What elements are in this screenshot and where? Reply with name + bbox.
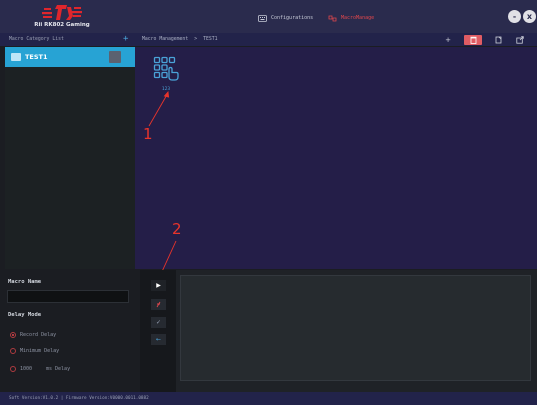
delay-option-minimum[interactable]: Minimum Delay bbox=[10, 348, 59, 354]
keyboard-macro-icon bbox=[153, 56, 179, 81]
macro-settings-panel bbox=[0, 270, 135, 392]
nav-configurations-label: Configurations bbox=[271, 15, 314, 21]
annotation-label: 1 bbox=[143, 125, 153, 143]
title-bar: Rii RK802 Gaming Configurations MacroMan… bbox=[0, 0, 537, 33]
nav-macro-manage[interactable]: MacroManage bbox=[328, 12, 374, 24]
close-button[interactable]: x bbox=[523, 10, 536, 23]
version-text: Soft Version:V1.0.2 | Firmware Version:V… bbox=[9, 396, 149, 401]
category-item-test1[interactable]: TEST1 bbox=[5, 47, 135, 67]
delete-macro-icon[interactable] bbox=[464, 34, 482, 45]
ms-delay-input[interactable] bbox=[20, 364, 42, 373]
delay-option-label: Record Delay bbox=[20, 332, 57, 338]
macro-name-label: Macro Name bbox=[8, 279, 42, 285]
add-macro-icon[interactable]: + bbox=[442, 35, 454, 45]
category-item-label: TEST1 bbox=[25, 53, 48, 61]
macro-toolbar: + bbox=[442, 33, 526, 46]
category-list: TEST1 bbox=[5, 47, 135, 269]
delay-mode-label: Delay Mode bbox=[8, 312, 42, 318]
back-arrow-icon[interactable]: ← bbox=[151, 334, 166, 345]
breadcrumb-separator: > bbox=[194, 37, 198, 42]
logo-mark-icon bbox=[42, 5, 82, 20]
nav-macro-manage-label: MacroManage bbox=[341, 15, 375, 21]
macro-icon bbox=[328, 15, 337, 21]
radio-selected-icon[interactable] bbox=[10, 332, 16, 338]
macro-item-label: 123 bbox=[161, 87, 171, 92]
macro-grid: 123 bbox=[135, 47, 537, 269]
category-list-title: Macro Category List bbox=[9, 37, 64, 42]
radio-icon[interactable] bbox=[10, 348, 16, 354]
category-delete-icon[interactable] bbox=[109, 51, 121, 63]
nav-configurations[interactable]: Configurations bbox=[258, 12, 313, 24]
copy-macro-icon[interactable] bbox=[492, 35, 504, 45]
category-list-header: Macro Category List + bbox=[0, 33, 135, 46]
status-bar: Soft Version:V1.0.2 | Firmware Version:V… bbox=[0, 392, 537, 405]
record-icon[interactable] bbox=[151, 299, 166, 310]
folder-icon bbox=[11, 53, 21, 61]
macro-action-column: ▶ ✓ ← bbox=[140, 270, 176, 392]
add-category-icon[interactable]: + bbox=[123, 33, 128, 46]
annotation-label: 2 bbox=[172, 220, 182, 238]
breadcrumb-current: TEST1 bbox=[203, 37, 218, 42]
macro-event-list[interactable] bbox=[180, 275, 531, 381]
delay-option-record[interactable]: Record Delay bbox=[10, 332, 56, 338]
brand-name: Rii RK802 Gaming bbox=[34, 22, 90, 28]
check-icon[interactable]: ✓ bbox=[151, 317, 166, 328]
radio-icon[interactable] bbox=[10, 365, 16, 372]
export-macro-icon[interactable] bbox=[514, 35, 526, 45]
macro-item[interactable]: 123 bbox=[152, 56, 180, 92]
breadcrumb-root: Macro Management bbox=[142, 37, 189, 42]
play-icon[interactable]: ▶ bbox=[151, 280, 166, 291]
macro-name-input[interactable] bbox=[7, 290, 129, 303]
keyboard-icon bbox=[258, 14, 267, 22]
minimize-button[interactable]: - bbox=[508, 10, 521, 23]
delay-option-label: ms Delay bbox=[46, 365, 71, 372]
delay-option-label: Minimum Delay bbox=[20, 348, 60, 354]
delay-option-ms[interactable]: ms Delay bbox=[10, 364, 70, 373]
brand-logo: Rii RK802 Gaming bbox=[34, 3, 90, 31]
